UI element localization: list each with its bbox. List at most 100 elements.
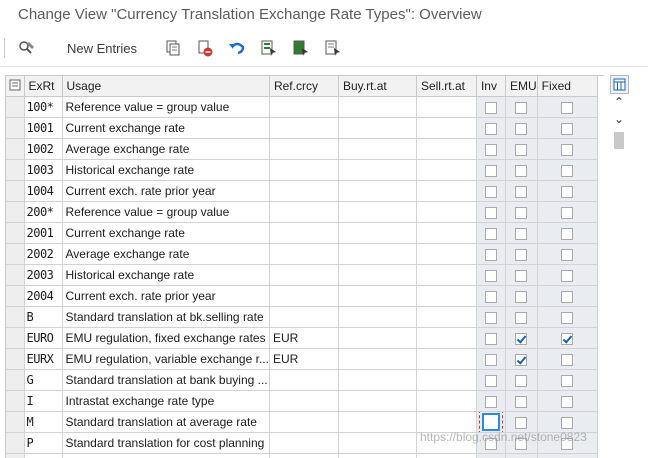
table-row[interactable]: 1004Current exch. rate prior year [6, 181, 597, 202]
cell-usage[interactable]: Average exchange rate [62, 139, 269, 160]
column-header-buy-rt-at[interactable]: Buy.rt.at [338, 76, 416, 97]
cell-exrt[interactable]: EURX [24, 349, 62, 370]
column-header-sell-rt-at[interactable]: Sell.rt.at [416, 76, 476, 97]
cell-exrt[interactable]: 1003 [24, 160, 62, 181]
copy-icon[interactable] [162, 37, 184, 59]
cell-ref-crcy[interactable] [269, 244, 338, 265]
fixed-checkbox[interactable] [561, 228, 573, 240]
row-selector[interactable] [6, 160, 24, 181]
cell-buy-rt-at[interactable] [338, 160, 416, 181]
fixed-checkbox[interactable] [561, 249, 573, 261]
cell-sell-rt-at[interactable] [416, 223, 476, 244]
emu-checkbox[interactable] [515, 396, 527, 408]
cell-ref-crcy[interactable]: EUR [269, 349, 338, 370]
table-row[interactable]: 2004Current exch. rate prior year [6, 286, 597, 307]
column-header-fixed[interactable]: Fixed [537, 76, 597, 97]
fixed-checkbox[interactable] [561, 270, 573, 282]
column-header-inv[interactable]: Inv [476, 76, 505, 97]
emu-checkbox[interactable] [515, 312, 527, 324]
cell-ref-crcy[interactable] [269, 181, 338, 202]
table-row[interactable]: BStandard translation at bk.selling rate [6, 307, 597, 328]
cell-usage[interactable]: Standard translation at bank buying ... [62, 370, 269, 391]
cell-usage[interactable]: Standard translation at bk.selling rate [62, 307, 269, 328]
inv-checkbox[interactable] [482, 413, 500, 431]
row-selector[interactable] [6, 265, 24, 286]
row-selector[interactable] [6, 286, 24, 307]
cell-ref-crcy[interactable] [269, 391, 338, 412]
cell-exrt[interactable]: P [24, 433, 62, 454]
scroll-down-icon[interactable]: ⌄ [614, 112, 624, 126]
scroll-thumb[interactable] [614, 132, 624, 149]
fixed-checkbox[interactable] [561, 123, 573, 135]
cell-ref-crcy[interactable] [269, 265, 338, 286]
cell-ref-crcy[interactable] [269, 97, 338, 118]
emu-checkbox[interactable] [515, 144, 527, 156]
fixed-checkbox[interactable] [561, 333, 573, 345]
row-selector[interactable] [6, 454, 24, 458]
cell-ref-crcy[interactable] [269, 412, 338, 433]
delete-icon[interactable] [194, 37, 216, 59]
cell-buy-rt-at[interactable] [338, 286, 416, 307]
cell-buy-rt-at[interactable] [338, 307, 416, 328]
deselect-all-icon[interactable] [322, 37, 344, 59]
emu-checkbox[interactable] [515, 375, 527, 387]
cell-buy-rt-at[interactable] [338, 118, 416, 139]
inv-checkbox[interactable] [485, 396, 497, 408]
cell-sell-rt-at[interactable] [416, 307, 476, 328]
fixed-checkbox[interactable] [561, 396, 573, 408]
select-all-icon[interactable] [258, 37, 280, 59]
column-settings-icon[interactable] [610, 75, 629, 94]
cell-sell-rt-at[interactable] [416, 286, 476, 307]
cell-sell-rt-at[interactable] [416, 139, 476, 160]
cell-usage[interactable]: Historical exchange rate [62, 160, 269, 181]
fixed-checkbox[interactable] [561, 102, 573, 114]
cell-usage[interactable]: Intrastat exchange rate type [62, 391, 269, 412]
cell-buy-rt-at[interactable] [338, 244, 416, 265]
inv-checkbox[interactable] [485, 312, 497, 324]
cell-buy-rt-at[interactable] [338, 328, 416, 349]
cell-sell-rt-at[interactable] [416, 202, 476, 223]
cell-usage[interactable]: Average exchange rate [62, 244, 269, 265]
cell-usage[interactable] [62, 454, 269, 458]
cell-ref-crcy[interactable] [269, 307, 338, 328]
inv-checkbox[interactable] [485, 144, 497, 156]
table-row[interactable]: EURXEMU regulation, variable exchange r.… [6, 349, 597, 370]
emu-checkbox[interactable] [515, 270, 527, 282]
emu-checkbox[interactable] [515, 228, 527, 240]
cell-sell-rt-at[interactable] [416, 160, 476, 181]
cell-usage[interactable]: Current exchange rate [62, 118, 269, 139]
table-row[interactable]: 200*Reference value = group value [6, 202, 597, 223]
inv-checkbox[interactable] [485, 207, 497, 219]
column-header-usage[interactable]: Usage [62, 76, 269, 97]
cell-usage[interactable]: Reference value = group value [62, 97, 269, 118]
vertical-scrollbar[interactable]: ⌃ ⌄ [610, 75, 628, 457]
cell-sell-rt-at[interactable] [416, 97, 476, 118]
emu-checkbox[interactable] [515, 165, 527, 177]
emu-checkbox[interactable] [515, 207, 527, 219]
cell-exrt[interactable]: 2002 [24, 244, 62, 265]
emu-checkbox[interactable] [515, 333, 527, 345]
fixed-checkbox[interactable] [561, 165, 573, 177]
table-row[interactable]: 2002Average exchange rate [6, 244, 597, 265]
emu-checkbox[interactable] [515, 186, 527, 198]
display-change-icon[interactable] [14, 37, 40, 59]
inv-checkbox[interactable] [485, 354, 497, 366]
cell-ref-crcy[interactable] [269, 370, 338, 391]
emu-checkbox[interactable] [515, 249, 527, 261]
fixed-checkbox[interactable] [561, 312, 573, 324]
row-selector[interactable] [6, 244, 24, 265]
cell-ref-crcy[interactable] [269, 454, 338, 458]
table-row[interactable] [6, 454, 597, 458]
row-selector[interactable] [6, 391, 24, 412]
inv-checkbox[interactable] [485, 270, 497, 282]
cell-usage[interactable]: EMU regulation, variable exchange r... [62, 349, 269, 370]
cell-ref-crcy[interactable] [269, 160, 338, 181]
cell-ref-crcy[interactable] [269, 223, 338, 244]
cell-buy-rt-at[interactable] [338, 181, 416, 202]
cell-ref-crcy[interactable]: EUR [269, 328, 338, 349]
undo-icon[interactable] [226, 37, 248, 59]
cell-exrt[interactable]: 1001 [24, 118, 62, 139]
cell-exrt[interactable]: 2004 [24, 286, 62, 307]
cell-buy-rt-at[interactable] [338, 97, 416, 118]
cell-exrt[interactable]: 200* [24, 202, 62, 223]
